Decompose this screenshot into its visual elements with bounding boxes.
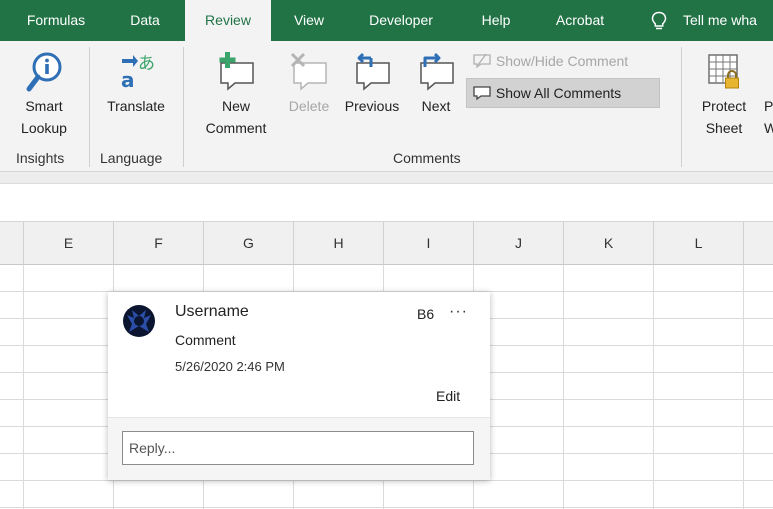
group-label-insights: Insights	[16, 150, 65, 166]
next-comment-button[interactable]: Next	[410, 49, 462, 117]
show-all-comments-button[interactable]: Show All Comments	[466, 78, 660, 108]
column-header-j[interactable]: J	[474, 222, 564, 265]
edit-comment-link[interactable]: Edit	[436, 388, 460, 404]
protect-sheet-label-1: Protect	[701, 98, 747, 114]
previous-comment-icon	[356, 52, 390, 91]
more-options-icon[interactable]: ···	[449, 303, 468, 321]
tab-label: Developer	[369, 12, 433, 28]
new-comment-button[interactable]: New Comment	[194, 49, 278, 139]
new-comment-label-2: Comment	[205, 120, 267, 136]
comment-text: Comment	[175, 332, 236, 348]
comment-timestamp: 5/26/2020 2:46 PM	[175, 359, 285, 374]
group-separator	[89, 47, 90, 167]
tab-label: Review	[205, 12, 251, 28]
tab-help[interactable]: Help	[466, 0, 526, 41]
delete-label: Delete	[288, 98, 330, 114]
user-avatar	[123, 305, 155, 337]
tab-data[interactable]: Data	[115, 0, 175, 41]
translate-label: Translate	[107, 98, 165, 114]
delete-comment-icon	[290, 52, 327, 91]
protect-workbook-label-2: W	[764, 120, 773, 136]
column-header-i[interactable]: I	[384, 222, 474, 265]
comment-thread-card[interactable]: Username B6 ··· Comment 5/26/2020 2:46 P…	[108, 292, 490, 480]
tab-label: View	[293, 12, 325, 28]
protect-sheet-label-2: Sheet	[705, 120, 743, 136]
formula-bar[interactable]	[0, 184, 773, 222]
tab-review[interactable]: Review	[185, 0, 271, 42]
reply-input[interactable]	[122, 431, 474, 465]
tab-label: Help	[481, 12, 511, 28]
ribbon-bottom-strip	[0, 172, 773, 184]
svg-text:a: a	[121, 68, 135, 92]
smart-lookup-button[interactable]: Smart Lookup	[6, 49, 82, 139]
tab-label: Formulas	[26, 12, 86, 28]
next-label: Next	[421, 98, 451, 114]
previous-label: Previous	[344, 98, 400, 114]
protect-workbook-label-1: P	[764, 98, 773, 114]
group-separator	[681, 47, 682, 167]
ribbon-review: Smart Lookup Insights あ a Translate Lang…	[0, 41, 773, 172]
show-hide-comment-icon	[473, 53, 491, 69]
column-header-partial[interactable]	[0, 222, 24, 265]
show-hide-comment-button[interactable]: Show/Hide Comment	[468, 50, 632, 74]
tab-label: Data	[130, 12, 160, 28]
column-header-g[interactable]: G	[204, 222, 294, 265]
reply-area	[108, 417, 490, 480]
translate-icon: あ a	[121, 54, 155, 92]
protect-sheet-button[interactable]: Protect Sheet	[690, 49, 758, 139]
delete-comment-button[interactable]: Delete	[282, 49, 336, 117]
protect-sheet-icon	[708, 54, 739, 89]
translate-button[interactable]: あ a Translate	[96, 49, 176, 117]
show-all-comments-icon	[473, 86, 491, 101]
svg-text:あ: あ	[138, 54, 155, 74]
show-hide-comment-label: Show/Hide Comment	[495, 53, 629, 69]
column-header-h[interactable]: H	[294, 222, 384, 265]
smart-lookup-label-1: Smart	[25, 98, 63, 114]
column-headers: E F G H I J K L	[0, 222, 773, 265]
column-header-k[interactable]: K	[564, 222, 654, 265]
smart-lookup-icon	[26, 52, 62, 92]
column-header-f[interactable]: F	[114, 222, 204, 265]
tab-formulas[interactable]: Formulas	[12, 0, 100, 41]
ribbon-tab-bar: Formulas Data Review View Developer Help…	[0, 0, 773, 42]
column-header-l[interactable]: L	[654, 222, 744, 265]
protect-workbook-button[interactable]: P W	[764, 95, 773, 139]
column-header-e[interactable]: E	[24, 222, 114, 265]
comment-author: Username	[175, 303, 249, 320]
group-label-language: Language	[100, 150, 163, 166]
tab-view[interactable]: View	[282, 0, 336, 41]
comment-cell-reference: B6	[417, 306, 435, 322]
previous-comment-button[interactable]: Previous	[338, 49, 406, 117]
next-comment-icon	[420, 52, 454, 91]
group-separator	[183, 47, 184, 167]
show-all-comments-label: Show All Comments	[495, 85, 622, 101]
tab-label: Acrobat	[555, 12, 605, 28]
new-comment-icon	[219, 52, 254, 91]
tell-me-search[interactable]: Tell me wha	[683, 0, 757, 41]
group-label-comments: Comments	[393, 150, 461, 166]
tab-developer[interactable]: Developer	[352, 0, 450, 41]
lightbulb-icon[interactable]	[650, 11, 668, 31]
smart-lookup-label-2: Lookup	[21, 120, 67, 136]
new-comment-label-1: New	[221, 98, 250, 114]
column-header-partial[interactable]	[744, 222, 773, 265]
tab-acrobat[interactable]: Acrobat	[541, 0, 619, 41]
